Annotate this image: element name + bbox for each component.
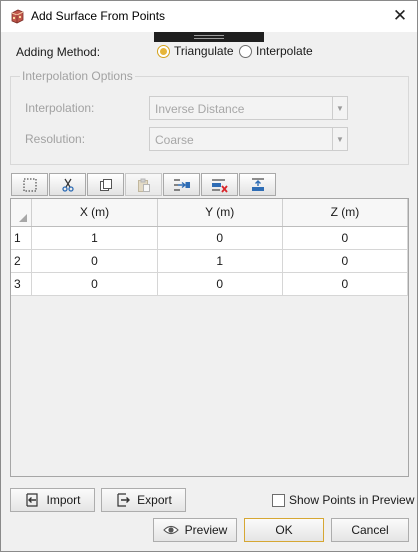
cell-z[interactable]: 0 xyxy=(282,272,408,296)
radio-unselected-indicator xyxy=(239,44,252,58)
dialog-window: Add Surface From Points ✕ Adding Method:… xyxy=(0,0,418,552)
export-label: Export xyxy=(137,493,172,507)
insert-row-icon xyxy=(173,178,190,191)
resolution-select: Coarse ▼ xyxy=(149,127,348,151)
interpolation-select: Inverse Distance ▼ xyxy=(149,96,348,120)
chevron-down-icon: ▼ xyxy=(332,97,347,119)
adding-method-label: Adding Method: xyxy=(16,45,101,59)
close-icon[interactable]: ✕ xyxy=(389,5,411,27)
table-toolbar xyxy=(11,173,277,196)
copy-button[interactable] xyxy=(87,173,124,196)
interpolation-options-group xyxy=(10,76,409,165)
surface-points-app-icon xyxy=(11,9,24,24)
column-header-y[interactable]: Y (m) xyxy=(157,199,283,227)
copy-icon xyxy=(99,178,112,191)
append-row-button[interactable] xyxy=(239,173,276,196)
cell-z[interactable]: 0 xyxy=(282,249,408,273)
cell-y[interactable]: 1 xyxy=(157,249,283,273)
table-header-row: X (m) Y (m) Z (m) xyxy=(11,199,408,227)
interpolate-radio[interactable]: Interpolate xyxy=(239,44,313,58)
select-all-button[interactable] xyxy=(11,173,48,196)
table-row: 3 0 0 0 xyxy=(11,272,408,296)
interpolate-label: Interpolate xyxy=(256,44,313,58)
export-button[interactable]: Export xyxy=(101,488,186,512)
table-corner[interactable] xyxy=(11,199,33,227)
drag-grip[interactable] xyxy=(154,32,264,42)
preview-button[interactable]: Preview xyxy=(153,518,237,542)
title-bar[interactable]: Add Surface From Points ✕ xyxy=(1,1,417,32)
cell-y[interactable]: 0 xyxy=(157,272,283,296)
select-all-icon xyxy=(23,178,36,191)
ok-button[interactable]: OK xyxy=(244,518,324,542)
cut-button[interactable] xyxy=(49,173,86,196)
grip-line xyxy=(194,38,224,39)
ok-label: OK xyxy=(275,523,293,537)
show-points-checkbox[interactable]: Show Points in Preview xyxy=(272,493,414,507)
cell-x[interactable]: 0 xyxy=(31,249,158,273)
cell-y[interactable]: 0 xyxy=(157,226,283,250)
show-points-label: Show Points in Preview xyxy=(289,493,415,507)
points-table: X (m) Y (m) Z (m) 1 1 0 0 2 0 1 0 3 0 0 … xyxy=(10,198,409,477)
checkbox-box xyxy=(272,493,285,507)
cancel-label: Cancel xyxy=(351,523,389,537)
insert-row-button[interactable] xyxy=(163,173,200,196)
triangulate-label: Triangulate xyxy=(174,44,234,58)
window-title: Add Surface From Points xyxy=(31,9,166,23)
cut-icon xyxy=(61,178,74,192)
import-label: Import xyxy=(46,493,81,507)
interpolation-label: Interpolation: xyxy=(25,101,95,115)
radio-selected-indicator xyxy=(157,44,170,58)
preview-label: Preview xyxy=(184,523,228,537)
table-row: 2 0 1 0 xyxy=(11,249,408,273)
grip-line xyxy=(194,35,224,36)
column-header-z[interactable]: Z (m) xyxy=(282,199,408,227)
delete-row-icon xyxy=(211,178,228,193)
resolution-value: Coarse xyxy=(155,133,194,147)
cancel-button[interactable]: Cancel xyxy=(331,518,409,542)
table-row: 1 1 0 0 xyxy=(11,226,408,250)
append-row-icon xyxy=(251,177,264,191)
eye-icon xyxy=(162,525,179,535)
import-icon xyxy=(26,493,39,507)
triangulate-radio[interactable]: Triangulate xyxy=(157,44,234,58)
paste-icon xyxy=(137,178,150,192)
delete-row-button[interactable] xyxy=(201,173,238,196)
row-header[interactable]: 2 xyxy=(11,249,33,273)
import-button[interactable]: Import xyxy=(10,488,95,512)
chevron-down-icon: ▼ xyxy=(332,128,347,150)
interpolation-value: Inverse Distance xyxy=(155,102,245,116)
cell-x[interactable]: 0 xyxy=(31,272,158,296)
interpolation-options-legend: Interpolation Options xyxy=(20,69,135,83)
export-icon xyxy=(117,493,131,507)
cell-x[interactable]: 1 xyxy=(31,226,158,250)
cell-z[interactable]: 0 xyxy=(282,226,408,250)
row-header[interactable]: 1 xyxy=(11,226,33,250)
row-header[interactable]: 3 xyxy=(11,272,33,296)
resolution-label: Resolution: xyxy=(25,132,86,146)
column-header-x[interactable]: X (m) xyxy=(31,199,158,227)
paste-button[interactable] xyxy=(125,173,162,196)
